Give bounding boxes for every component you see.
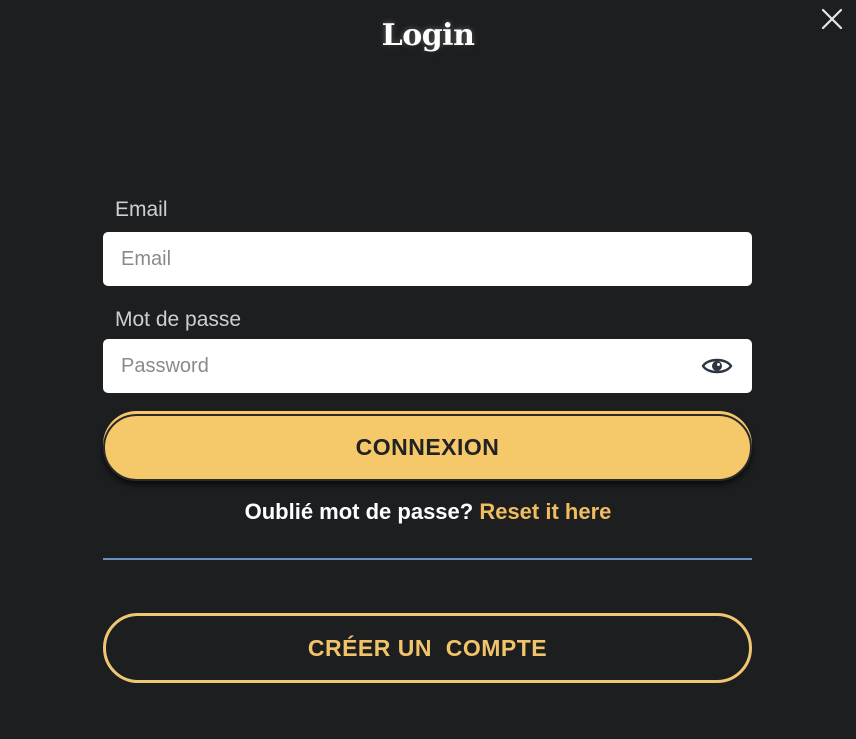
modal-title: Login <box>381 18 475 53</box>
reset-password-link[interactable]: Reset it here <box>479 499 611 524</box>
close-icon <box>821 8 843 30</box>
password-input[interactable] <box>103 339 752 393</box>
connexion-button[interactable]: CONNEXION <box>103 414 752 481</box>
forgot-password-text: Oublié mot de passe? <box>244 499 480 524</box>
close-button[interactable] <box>818 5 846 33</box>
eye-icon <box>701 358 733 374</box>
divider <box>103 558 752 560</box>
login-modal: Login Email Mot de passe CONNEXION Oubli… <box>0 0 856 739</box>
password-field-container <box>103 339 752 393</box>
forgot-password-row: Oublié mot de passe? Reset it here <box>0 499 856 525</box>
show-password-toggle[interactable] <box>701 353 733 379</box>
email-label: Email <box>115 198 168 221</box>
password-label: Mot de passe <box>115 308 242 331</box>
create-account-button[interactable]: CRÉER UN COMPTE <box>103 613 752 683</box>
email-field-container <box>103 232 752 286</box>
email-input[interactable] <box>103 232 752 286</box>
